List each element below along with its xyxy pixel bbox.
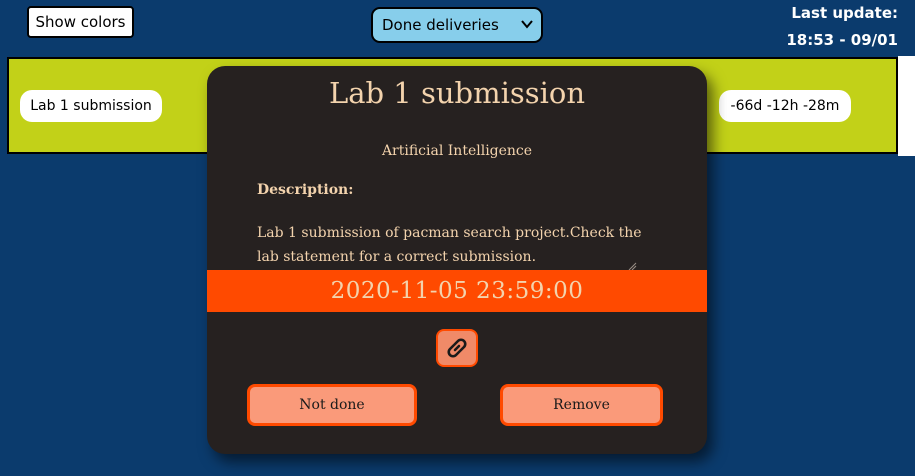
- last-update-value: 18:53 - 09/01: [786, 31, 898, 49]
- modal-title: Lab 1 submission: [328, 76, 586, 110]
- link-icon: [447, 338, 467, 358]
- last-update: Last update: 18:53 - 09/01: [786, 0, 898, 54]
- not-done-button[interactable]: Not done: [247, 384, 417, 426]
- description-label: Description:: [257, 182, 354, 198]
- scrollbar[interactable]: [898, 56, 915, 156]
- remove-button[interactable]: Remove: [500, 384, 663, 426]
- deliveries-filter-select[interactable]: Done deliveries: [371, 7, 543, 43]
- due-date-bar: 2020-11-05 23:59:00: [207, 270, 707, 312]
- description-text[interactable]: Lab 1 submission of pacman search projec…: [257, 221, 642, 269]
- link-button[interactable]: [436, 329, 478, 367]
- due-date: 2020-11-05 23:59:00: [330, 278, 584, 304]
- top-bar: Show colors Done deliveries Last update:…: [0, 0, 915, 52]
- filter-selected-value: Done deliveries: [382, 16, 499, 34]
- last-update-label: Last update:: [791, 4, 898, 22]
- modal-subject: Artificial Intelligence: [381, 143, 533, 159]
- task-detail-modal: Lab 1 submission Artificial Intelligence…: [207, 66, 707, 454]
- task-name: Lab 1 submission: [20, 90, 162, 122]
- show-colors-button[interactable]: Show colors: [27, 6, 134, 38]
- chevron-down-icon: [521, 20, 533, 29]
- task-remaining-time: -66d -12h -28m: [719, 90, 851, 122]
